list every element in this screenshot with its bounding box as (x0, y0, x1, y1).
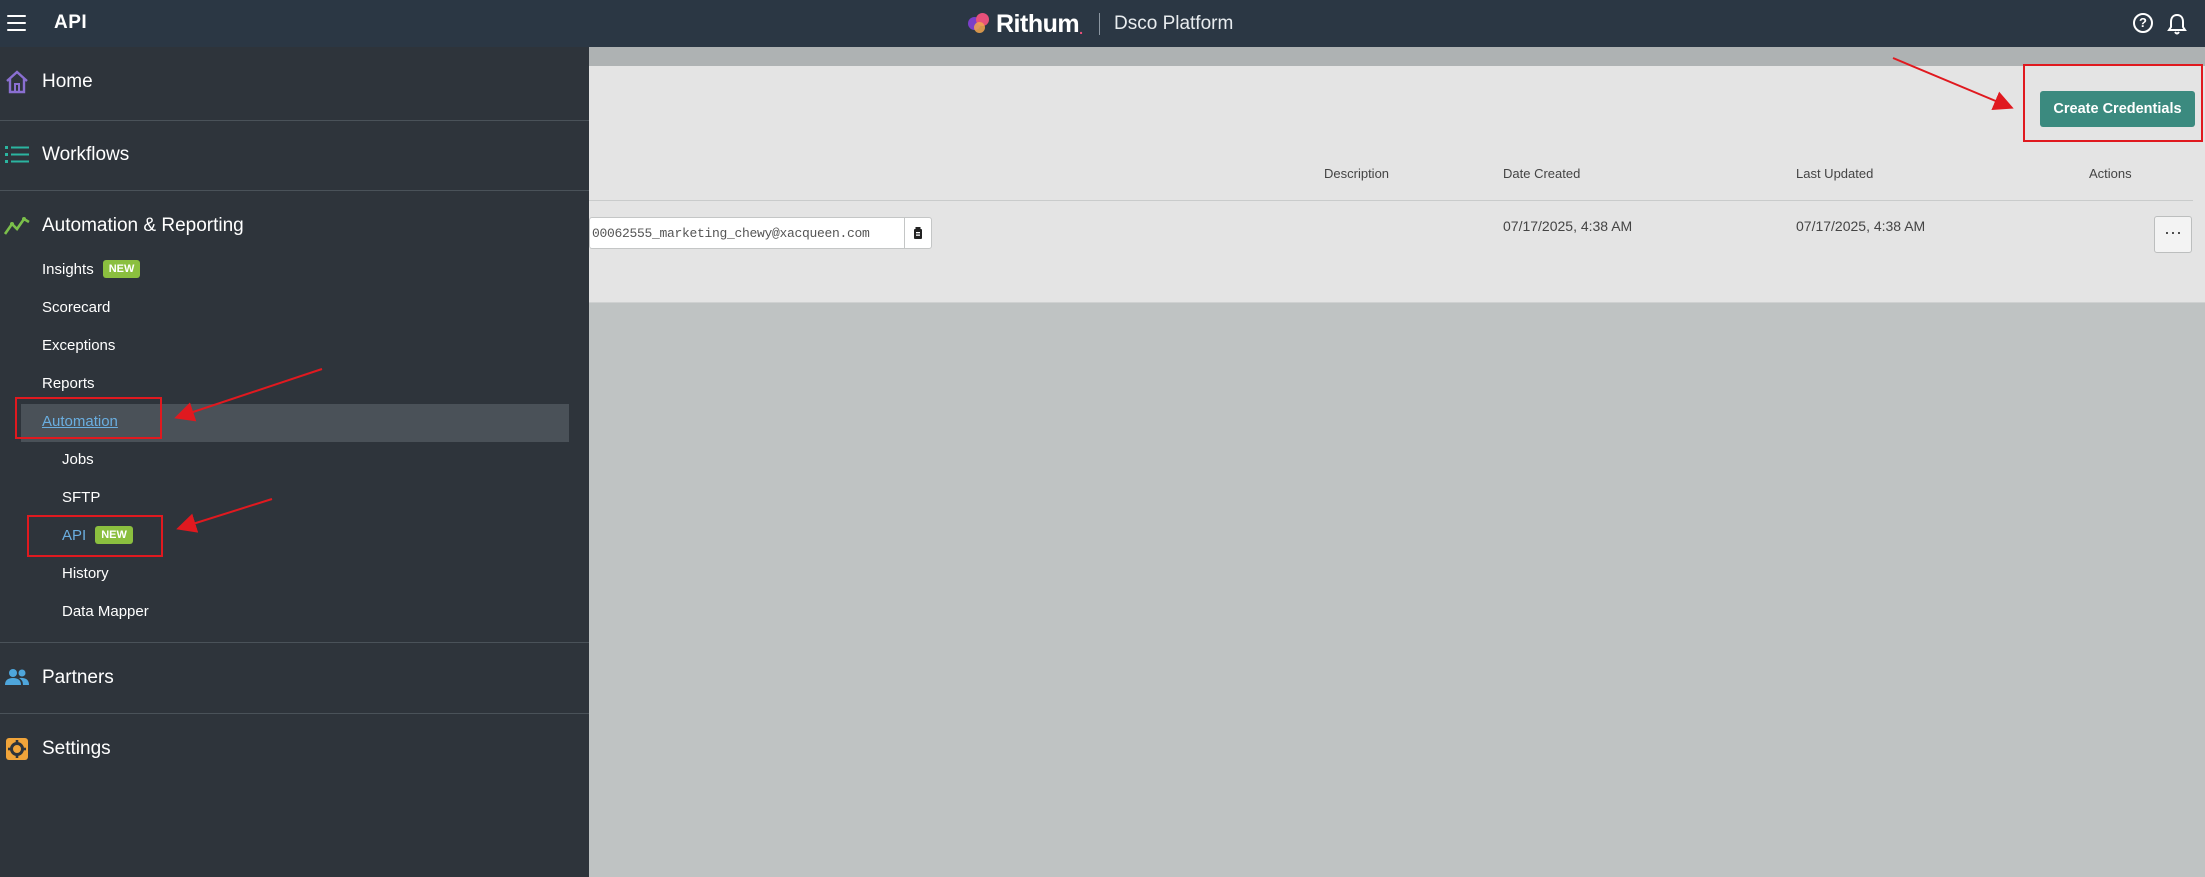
last-updated-cell: 07/17/2025, 4:38 AM (1796, 218, 1926, 234)
client-key-value: 00062555_marketing_chewy@xacqueen.com (592, 225, 870, 241)
platform-name: Dsco Platform (1114, 13, 1234, 34)
brand-logo: Rithum. Dsco Platform (968, 8, 1233, 40)
hamburger-menu-icon[interactable] (7, 15, 26, 31)
sidebar-item-api[interactable]: API NEW (62, 526, 133, 545)
sidebar-item-label: Automation & Reporting (42, 215, 244, 236)
people-icon (5, 669, 29, 685)
sidebar-item-label: Settings (42, 738, 111, 759)
brand-name: Rithum (996, 9, 1080, 38)
new-badge: NEW (95, 526, 133, 545)
create-credentials-button[interactable]: Create Credentials (2040, 91, 2195, 127)
sidebar-item-automation-reporting[interactable]: Automation & Reporting (0, 191, 589, 261)
client-key-field[interactable]: 00062555_marketing_chewy@xacqueen.com (589, 217, 932, 249)
column-header-date-created: Date Created (1503, 166, 1581, 181)
brand-separator (1099, 13, 1100, 35)
list-icon (5, 146, 29, 163)
rithum-logo-icon (968, 13, 992, 35)
bell-icon[interactable] (2167, 13, 2187, 35)
sidebar-item-automation[interactable]: Automation (42, 413, 118, 430)
header-divider (589, 200, 2193, 201)
sidebar-item-label: Partners (42, 667, 114, 688)
home-icon (6, 70, 28, 94)
sidebar-item-scorecard[interactable]: Scorecard (42, 299, 110, 316)
sidebar: Home Workflows Automation & Reporting In… (0, 47, 589, 877)
sidebar-item-jobs[interactable]: Jobs (62, 451, 94, 468)
new-badge: NEW (102, 260, 141, 279)
sidebar-item-insights[interactable]: Insights NEW (42, 260, 141, 279)
sidebar-item-sftp[interactable]: SFTP (62, 489, 100, 506)
sidebar-item-home[interactable]: Home (0, 47, 589, 117)
sidebar-item-label: Workflows (42, 144, 130, 165)
help-icon[interactable]: ? (2133, 13, 2153, 33)
gear-icon (6, 738, 28, 760)
sidebar-item-history[interactable]: History (62, 565, 109, 582)
sidebar-item-partners[interactable]: Partners (0, 643, 589, 713)
sidebar-item-exceptions[interactable]: Exceptions (42, 337, 115, 354)
sidebar-item-label: Home (42, 71, 93, 92)
content-top-strip (589, 47, 2205, 66)
column-header-actions: Actions (2089, 166, 2132, 181)
sidebar-item-settings[interactable]: Settings (0, 714, 589, 784)
credentials-panel: Create Credentials Description Date Crea… (589, 66, 2205, 303)
sidebar-item-reports[interactable]: Reports (42, 375, 95, 392)
page-title: API (54, 12, 88, 33)
top-bar: API Rithum. Dsco Platform ? (0, 0, 2205, 47)
copy-icon[interactable] (904, 218, 931, 248)
column-header-description: Description (1324, 166, 1390, 181)
sidebar-item-workflows[interactable]: Workflows (0, 120, 589, 190)
sidebar-item-data-mapper[interactable]: Data Mapper (62, 603, 149, 620)
date-created-cell: 07/17/2025, 4:38 AM (1503, 218, 1633, 234)
trend-chart-icon (4, 217, 30, 235)
more-actions-button[interactable]: ··· (2154, 216, 2192, 253)
column-header-last-updated: Last Updated (1796, 166, 1874, 181)
